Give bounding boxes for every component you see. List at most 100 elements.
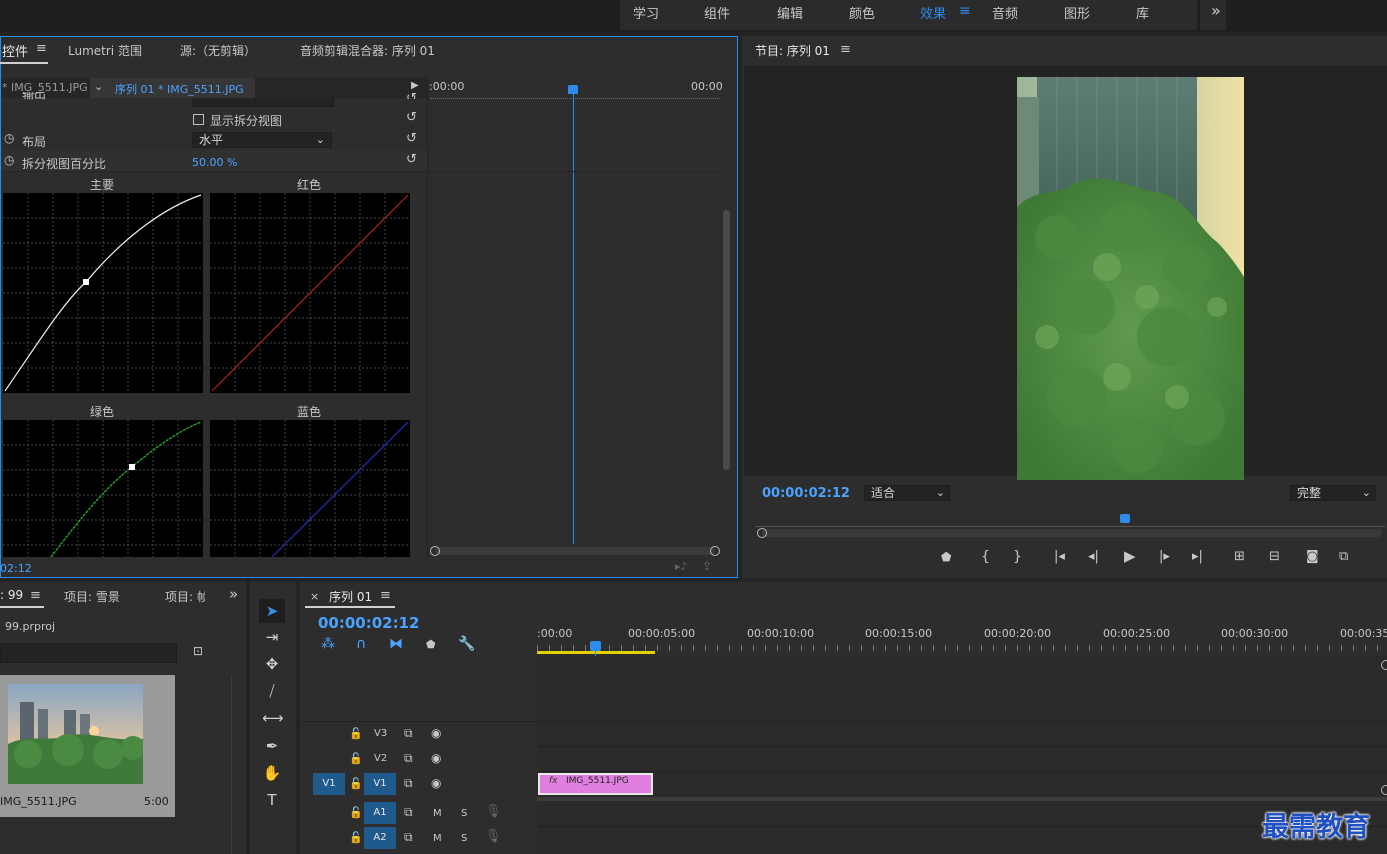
timeline-vscroll-handle[interactable] bbox=[1381, 785, 1387, 795]
tab-lumetri-scopes[interactable]: Lumetri 范围 bbox=[68, 42, 142, 59]
mute-button[interactable]: M bbox=[433, 833, 442, 844]
sync-lock-icon[interactable]: ⧉ bbox=[404, 776, 413, 791]
stopwatch-icon[interactable]: ◷ bbox=[4, 131, 14, 145]
workspace-tab-effects[interactable]: 效果 bbox=[920, 3, 946, 22]
hand-tool-icon[interactable]: ✋ bbox=[262, 763, 282, 783]
zoom-handle-left[interactable] bbox=[757, 528, 767, 538]
mark-out-icon[interactable]: } bbox=[1013, 549, 1022, 565]
sync-lock-icon[interactable]: ⧉ bbox=[404, 805, 413, 820]
play-icon[interactable]: ▶ bbox=[1124, 547, 1136, 565]
timeline-menu-icon[interactable]: ≡ bbox=[380, 588, 391, 603]
type-tool-icon[interactable]: T bbox=[262, 790, 282, 810]
timeline-vscroll-handle[interactable] bbox=[1381, 660, 1387, 670]
workspace-menu-icon[interactable]: ≡ bbox=[959, 3, 971, 19]
solo-button[interactable]: S bbox=[461, 808, 467, 819]
eye-icon[interactable]: ◉ bbox=[431, 751, 441, 765]
scroll-handle-left[interactable] bbox=[430, 546, 440, 556]
wrench-icon[interactable]: 🔧 bbox=[458, 636, 475, 652]
program-zoom-bar[interactable] bbox=[762, 529, 1382, 537]
go-to-out-icon[interactable]: ▸| bbox=[1192, 549, 1203, 564]
expand-arrow-icon[interactable]: ▶ bbox=[411, 80, 419, 91]
program-menu-icon[interactable]: ≡ bbox=[840, 42, 851, 57]
scroll-handle-right[interactable] bbox=[710, 546, 720, 556]
sync-lock-icon[interactable]: ⧉ bbox=[404, 830, 413, 845]
ec-horizontal-scrollbar[interactable] bbox=[435, 547, 715, 555]
tab-effect-controls-menu-icon[interactable]: ≡ bbox=[36, 41, 47, 56]
tab-project-snow[interactable]: 项目: 雪景 bbox=[64, 588, 120, 605]
ripple-edit-tool-icon[interactable]: ✥ bbox=[262, 654, 282, 674]
lock-icon[interactable]: 🔓 bbox=[349, 831, 363, 844]
curve-green-graph[interactable] bbox=[3, 420, 203, 557]
timeline-title[interactable]: 序列 01 bbox=[329, 588, 372, 605]
tab-audio-clip-mixer[interactable]: 音频剪辑混合器: 序列 01 bbox=[300, 42, 435, 59]
timeline-timecode[interactable]: 00:00:02:12 bbox=[318, 614, 420, 632]
sync-lock-icon[interactable]: ⧉ bbox=[404, 726, 413, 741]
curve-blue-graph[interactable] bbox=[210, 420, 410, 557]
step-forward-icon[interactable]: |▸ bbox=[1159, 549, 1170, 564]
new-bin-icon[interactable]: ⊡ bbox=[193, 644, 203, 658]
workspace-tab-learn[interactable]: 学习 bbox=[633, 3, 659, 22]
program-ruler[interactable] bbox=[755, 514, 1385, 527]
microphone-icon[interactable]: 🎙 bbox=[485, 829, 502, 844]
more-panels-icon[interactable]: » bbox=[229, 585, 238, 603]
pen-tool-icon[interactable]: ✒ bbox=[262, 736, 282, 756]
go-to-in-icon[interactable]: |◂ bbox=[1054, 549, 1065, 564]
nest-sequence-icon[interactable]: ⁂ bbox=[321, 636, 335, 652]
source-patch-v1[interactable]: V1 bbox=[313, 773, 345, 795]
sync-lock-icon[interactable]: ⧉ bbox=[404, 751, 413, 766]
project-menu-icon[interactable]: ≡ bbox=[30, 588, 41, 603]
tab-project-other[interactable]: 项目: 帧 bbox=[165, 588, 205, 605]
work-area-bar[interactable] bbox=[537, 651, 655, 654]
program-monitor-title[interactable]: 节目: 序列 01 bbox=[755, 42, 830, 59]
output-select[interactable] bbox=[192, 98, 334, 107]
eye-icon[interactable]: ◉ bbox=[431, 776, 441, 790]
eye-icon[interactable]: ◉ bbox=[431, 726, 441, 740]
ec-timecode[interactable]: 02:12 bbox=[0, 562, 32, 575]
reset-icon[interactable]: ↺ bbox=[406, 152, 417, 167]
tab-project-99[interactable]: : 99 bbox=[0, 588, 23, 602]
split-pct-value[interactable]: 50.00 % bbox=[192, 156, 237, 169]
camera-icon[interactable]: ◙ bbox=[1306, 549, 1319, 564]
timeline-playhead-handle[interactable] bbox=[590, 641, 601, 651]
mark-in-icon[interactable]: { bbox=[981, 549, 990, 565]
lock-icon[interactable]: 🔓 bbox=[349, 727, 363, 740]
lock-icon[interactable]: 🔓 bbox=[349, 777, 363, 790]
microphone-icon[interactable]: 🎙 bbox=[485, 804, 502, 819]
track-select-tool-icon[interactable]: ⇥ bbox=[262, 627, 282, 647]
linked-selection-icon[interactable]: ⧓ bbox=[389, 636, 403, 652]
track-v3-label[interactable]: V3 bbox=[374, 728, 387, 739]
workspace-tab-editing[interactable]: 编辑 bbox=[777, 3, 803, 22]
reset-icon[interactable]: ↺ bbox=[406, 110, 417, 125]
split-view-checkbox[interactable] bbox=[193, 114, 204, 125]
workspace-more-icon[interactable]: » bbox=[1211, 1, 1221, 20]
workspace-tab-libraries[interactable]: 库 bbox=[1136, 3, 1149, 22]
lift-icon[interactable]: ⊞ bbox=[1234, 549, 1245, 564]
workspace-tab-color[interactable]: 颜色 bbox=[849, 3, 875, 22]
quality-select[interactable]: 完整 ⌄ bbox=[1290, 485, 1376, 501]
curve-red-graph[interactable] bbox=[210, 193, 410, 393]
workspace-tab-audio[interactable]: 音频 bbox=[992, 3, 1018, 22]
fit-select[interactable]: 适合 ⌄ bbox=[864, 485, 950, 501]
timeline-close-icon[interactable]: × bbox=[310, 590, 319, 603]
slip-tool-icon[interactable]: ⟷ bbox=[262, 708, 284, 728]
extract-icon[interactable]: ⊟ bbox=[1269, 549, 1280, 564]
lock-icon[interactable]: 🔓 bbox=[349, 752, 363, 765]
track-a2-label[interactable]: A2 bbox=[364, 827, 396, 849]
selection-tool-icon[interactable]: ➤ bbox=[262, 601, 282, 621]
curve-master-graph[interactable] bbox=[3, 193, 203, 393]
export-icon[interactable]: ⇪ bbox=[702, 559, 712, 573]
step-back-icon[interactable]: ◂| bbox=[1088, 549, 1099, 564]
program-video-frame[interactable] bbox=[1017, 77, 1244, 480]
stopwatch-icon[interactable]: ◷ bbox=[4, 153, 14, 167]
workspace-tab-assembly[interactable]: 组件 bbox=[704, 3, 730, 22]
ec-playhead-handle[interactable] bbox=[568, 85, 578, 94]
track-v2-label[interactable]: V2 bbox=[374, 753, 387, 764]
layout-select[interactable]: 水平 ⌄ bbox=[192, 132, 332, 148]
reset-icon[interactable]: ↺ bbox=[406, 91, 417, 99]
workspace-tab-graphics[interactable]: 图形 bbox=[1064, 3, 1090, 22]
track-a1-label[interactable]: A1 bbox=[364, 802, 396, 824]
ec-vertical-scrollbar[interactable] bbox=[723, 210, 730, 470]
lock-icon[interactable]: 🔓 bbox=[349, 806, 363, 819]
solo-button[interactable]: S bbox=[461, 833, 467, 844]
audio-only-icon[interactable]: ▸♪ bbox=[675, 560, 688, 573]
